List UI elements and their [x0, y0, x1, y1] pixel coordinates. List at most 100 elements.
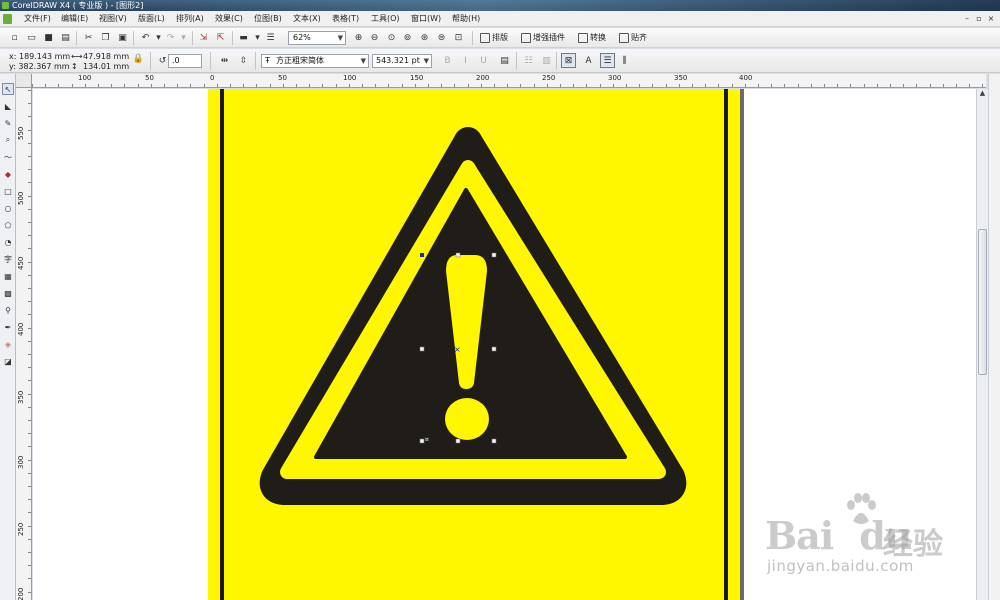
cut-icon[interactable]: ✂: [82, 31, 95, 44]
vertical-scrollbar[interactable]: ▲: [976, 89, 988, 600]
menu-window[interactable]: 窗口(W): [411, 11, 441, 27]
application-launcher-icon[interactable]: ▬: [237, 31, 250, 44]
zoom-level-select[interactable]: 62% ▼: [288, 31, 346, 45]
bullet-list-icon[interactable]: ☷: [522, 54, 535, 67]
basic-shapes-icon[interactable]: ◔: [2, 236, 14, 248]
export-icon[interactable]: ⇱: [214, 31, 227, 44]
table-icon[interactable]: ▦: [2, 270, 14, 282]
zoom-selected-icon[interactable]: ⊙: [385, 31, 398, 44]
zoom-width-icon[interactable]: ⊜: [435, 31, 448, 44]
minimize-icon[interactable]: –: [962, 13, 972, 24]
mirror-vertical-icon[interactable]: ⇳: [237, 54, 250, 67]
ruler-v-tick: [28, 288, 31, 289]
ruler-h-label: 100: [343, 74, 357, 82]
ellipse-icon[interactable]: ○: [2, 202, 14, 214]
mirror-horizontal-icon[interactable]: ⇹: [218, 54, 231, 67]
menu-arrange[interactable]: 排列(A): [176, 11, 204, 27]
import-icon[interactable]: ⇲: [197, 31, 210, 44]
ruler-origin[interactable]: [16, 74, 32, 88]
selection-handle-tr-icon: [491, 252, 497, 258]
fill-icon[interactable]: ◈: [2, 338, 14, 350]
drop-cap-icon[interactable]: ▥: [540, 54, 553, 67]
paste-icon[interactable]: ▣: [116, 31, 129, 44]
zoom-out-icon[interactable]: ⊖: [368, 31, 381, 44]
ruler-h-tick: [626, 84, 627, 87]
undo-icon[interactable]: ↶: [139, 31, 152, 44]
menu-view[interactable]: 视图(V): [99, 11, 127, 27]
vertical-ruler[interactable]: 550 500 450 400 350 300 250 200: [16, 88, 32, 600]
save-icon[interactable]: ■: [42, 31, 55, 44]
document-icon[interactable]: [3, 14, 12, 24]
scrollbar-thumb[interactable]: [978, 229, 987, 375]
ruler-h-tick: [903, 84, 905, 87]
redo-dropdown-icon[interactable]: ▾: [177, 31, 190, 44]
horizontal-text-icon[interactable]: ☰: [600, 53, 615, 68]
horizontal-ruler[interactable]: 100 50 0 50 100 150 200 250 300 350 400: [16, 74, 986, 88]
new-document-icon[interactable]: ▫: [8, 31, 21, 44]
eyedropper-icon[interactable]: ⚲: [2, 304, 14, 316]
text-icon[interactable]: 字: [2, 253, 14, 265]
menu-help[interactable]: 帮助(H): [452, 11, 480, 27]
layout-button[interactable]: 排版: [480, 31, 508, 45]
zoom-page-icon[interactable]: ⊛: [418, 31, 431, 44]
crop-icon[interactable]: ✎: [2, 117, 14, 129]
select-icon[interactable]: ↖: [2, 83, 14, 95]
lock-ratio-icon[interactable]: 🔒: [132, 52, 145, 65]
underline-icon[interactable]: U: [477, 54, 490, 67]
restore-icon[interactable]: ▫: [974, 13, 984, 24]
polygon-icon[interactable]: ⬠: [2, 219, 14, 231]
menu-file[interactable]: 文件(F): [24, 11, 51, 27]
open-folder-icon[interactable]: ▭: [25, 31, 38, 44]
font-size-select[interactable]: 543.321 pt ▼: [372, 54, 432, 68]
x-position-field[interactable]: x: 189.143 mm: [9, 52, 70, 61]
scroll-up-icon[interactable]: ▲: [977, 89, 988, 100]
horizontal-align-icon[interactable]: ▤: [498, 54, 511, 67]
menu-layout[interactable]: 版面(L): [138, 11, 165, 27]
interactive-blend-icon[interactable]: ▩: [2, 287, 14, 299]
menu-effects[interactable]: 效果(C): [215, 11, 243, 27]
rectangle-icon[interactable]: □: [2, 185, 14, 197]
menu-text[interactable]: 文本(X): [293, 11, 321, 27]
zoom-in-icon[interactable]: ⊕: [352, 31, 365, 44]
smart-fill-icon[interactable]: ◆: [2, 168, 14, 180]
outline-icon[interactable]: ✒: [2, 321, 14, 333]
zoom-all-objects-icon[interactable]: ⊚: [401, 31, 414, 44]
ruler-v-tick: [28, 420, 31, 421]
menu-tools[interactable]: 工具(O): [371, 11, 400, 27]
y-position-field[interactable]: y: 382.367 mm: [9, 62, 70, 71]
bold-icon[interactable]: B: [441, 54, 454, 67]
print-icon[interactable]: ▤: [59, 31, 72, 44]
ruler-h-tick: [45, 84, 47, 87]
launcher-dropdown-icon[interactable]: ▾: [251, 31, 264, 44]
welcome-screen-icon[interactable]: ☰: [264, 31, 277, 44]
edit-text-icon[interactable]: ⊠: [561, 53, 576, 68]
zoom-height-icon[interactable]: ⊡: [452, 31, 465, 44]
redo-icon[interactable]: ↷: [164, 31, 177, 44]
character-format-icon[interactable]: A: [582, 54, 595, 67]
coreldraw-logo-icon: [2, 2, 9, 9]
shape-icon[interactable]: ◣: [2, 100, 14, 112]
menu-edit[interactable]: 编辑(E): [61, 11, 88, 27]
copy-icon[interactable]: ❐: [99, 31, 112, 44]
vertical-text-icon[interactable]: ⫼: [618, 54, 631, 67]
snap-button[interactable]: 贴齐: [619, 31, 647, 45]
italic-icon[interactable]: I: [459, 54, 472, 67]
docker-panel[interactable]: [988, 74, 1000, 600]
convert-button[interactable]: 转换: [578, 31, 606, 45]
close-icon[interactable]: ×: [986, 13, 996, 24]
ruler-h-tick: [164, 84, 165, 87]
font-family-select[interactable]: Ŧ 方正粗宋简体 ▼: [261, 54, 369, 68]
zoom-icon[interactable]: ⌕: [2, 134, 14, 146]
enhance-plugin-button[interactable]: 增强插件: [521, 31, 565, 45]
freehand-icon[interactable]: 〜: [2, 151, 14, 163]
menu-table[interactable]: 表格(T): [332, 11, 359, 27]
interactive-fill-icon[interactable]: ◪: [2, 355, 14, 367]
height-icon: ↕: [71, 62, 78, 71]
height-field[interactable]: 134.01 mm: [83, 62, 129, 71]
rotation-angle-field[interactable]: .0: [168, 54, 202, 68]
menu-bitmaps[interactable]: 位图(B): [254, 11, 282, 27]
ruler-h-tick: [560, 84, 561, 87]
width-field[interactable]: 47.918 mm: [83, 52, 129, 61]
ruler-h-label: 150: [410, 74, 424, 82]
ruler-h-label: 300: [608, 74, 622, 82]
